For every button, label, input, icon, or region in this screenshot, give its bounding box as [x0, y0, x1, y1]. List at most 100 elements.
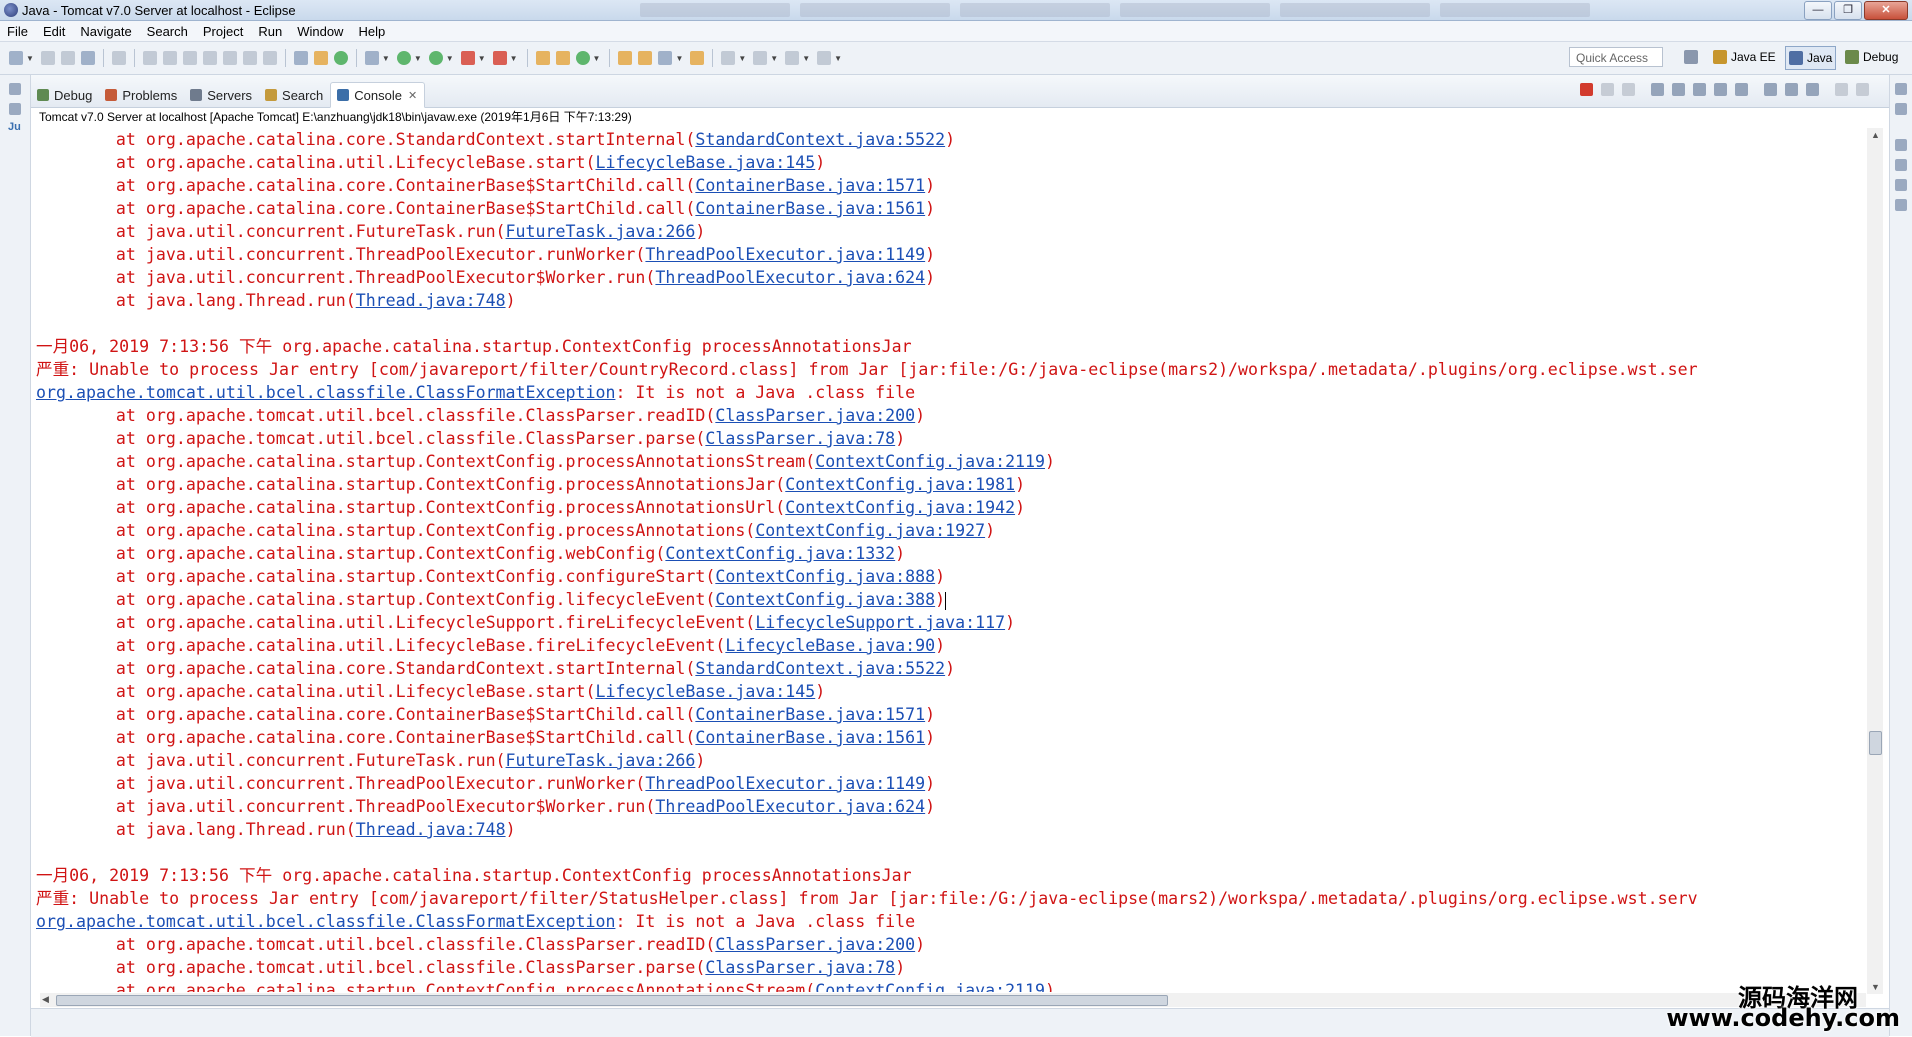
new-package-icon[interactable] — [555, 51, 570, 65]
source-link[interactable]: Thread.java:748 — [356, 820, 506, 839]
word-wrap-icon[interactable] — [1693, 83, 1706, 96]
quick-access-input[interactable]: Quick Access — [1569, 47, 1663, 67]
step-into-icon[interactable] — [222, 51, 237, 65]
source-link[interactable]: ThreadPoolExecutor.java:624 — [655, 268, 925, 287]
close-tab-icon[interactable]: ✕ — [408, 89, 417, 102]
run-icon[interactable] — [396, 51, 411, 65]
source-link[interactable]: ContextConfig.java:1332 — [665, 544, 895, 563]
scroll-down-arrow[interactable]: ▼ — [1871, 982, 1880, 992]
source-link[interactable]: ThreadPoolExecutor.java:1149 — [645, 245, 925, 264]
perspective-java-ee[interactable]: Java EE — [1713, 46, 1776, 68]
source-link[interactable]: ContainerBase.java:1571 — [695, 705, 925, 724]
source-link[interactable]: FutureTask.java:266 — [506, 222, 696, 241]
tab-debug[interactable]: Debug — [31, 83, 99, 107]
outline-restore-icon[interactable] — [1895, 83, 1907, 95]
open-task-icon[interactable] — [638, 51, 653, 65]
perspective-java[interactable]: Java — [1785, 46, 1837, 70]
source-link[interactable]: LifecycleBase.java:90 — [725, 636, 935, 655]
remove-launch-icon[interactable] — [1601, 83, 1614, 96]
show-on-stderr-icon[interactable] — [1735, 83, 1748, 96]
step-return-icon[interactable] — [262, 51, 277, 65]
hierarchy-icon[interactable] — [1895, 179, 1907, 191]
source-link[interactable]: StandardContext.java:5522 — [695, 130, 945, 149]
source-link[interactable]: ContextConfig.java:1942 — [785, 498, 1015, 517]
scroll-up-arrow[interactable]: ▲ — [1871, 130, 1880, 140]
source-link[interactable]: ClassParser.java:78 — [705, 429, 895, 448]
open-perspective-button[interactable] — [1684, 46, 1702, 68]
outline-icon[interactable] — [1895, 103, 1907, 115]
task-list-icon[interactable] — [1895, 159, 1907, 171]
source-link[interactable]: ThreadPoolExecutor.java:624 — [655, 797, 925, 816]
print-icon[interactable] — [80, 51, 95, 65]
suspend-icon[interactable] — [162, 51, 177, 65]
menu-file[interactable]: File — [7, 24, 28, 39]
annotation-prev-icon[interactable] — [753, 51, 768, 65]
source-link[interactable]: ClassParser.java:200 — [715, 406, 915, 425]
back-icon[interactable] — [785, 51, 800, 65]
source-link[interactable]: org.apache.tomcat.util.bcel.classfile.Cl… — [36, 383, 615, 402]
source-link[interactable]: ClassParser.java:200 — [715, 935, 915, 954]
minimize-view-icon[interactable] — [1835, 83, 1848, 96]
console-output[interactable]: at org.apache.catalina.core.StandardCont… — [36, 128, 1866, 992]
remove-all-launches-icon[interactable] — [1622, 83, 1635, 96]
server-start-icon[interactable] — [333, 51, 348, 65]
menu-help[interactable]: Help — [358, 24, 385, 39]
coverage-icon[interactable] — [428, 51, 443, 65]
new-java-project-icon[interactable] — [535, 51, 550, 65]
scroll-lock-icon[interactable] — [1672, 83, 1685, 96]
source-link[interactable]: ClassParser.java:78 — [705, 958, 895, 977]
stop-server-icon[interactable] — [492, 51, 507, 65]
source-link[interactable]: ContextConfig.java:1927 — [755, 521, 985, 540]
source-link[interactable]: ContextConfig.java:888 — [715, 567, 935, 586]
maximize-view-icon[interactable] — [1856, 83, 1869, 96]
source-link[interactable]: LifecycleBase.java:145 — [595, 682, 815, 701]
source-link[interactable]: FutureTask.java:266 — [506, 751, 696, 770]
external-tools-icon[interactable] — [460, 51, 475, 65]
display-console-icon[interactable] — [1785, 83, 1798, 96]
source-link[interactable]: ContextConfig.java:1981 — [785, 475, 1015, 494]
horizontal-scroll-thumb[interactable] — [56, 995, 1168, 1006]
source-link[interactable]: ContextConfig.java:388 — [715, 590, 935, 609]
tab-console[interactable]: Console ✕ — [330, 82, 426, 108]
vertical-scrollbar[interactable]: ▲ ▼ — [1867, 128, 1883, 994]
source-link[interactable]: StandardContext.java:5522 — [695, 659, 945, 678]
search-icon[interactable] — [658, 51, 673, 65]
source-link[interactable]: org.apache.tomcat.util.bcel.classfile.Cl… — [36, 912, 615, 931]
skip-breakpoints-icon[interactable] — [111, 51, 126, 65]
maximize-button[interactable]: ❐ — [1834, 1, 1862, 20]
open-console-icon[interactable] — [293, 51, 308, 65]
task-list-restore-icon[interactable] — [1895, 139, 1907, 151]
debug-icon[interactable] — [364, 51, 379, 65]
menu-project[interactable]: Project — [203, 24, 243, 39]
declaration-icon[interactable] — [1895, 199, 1907, 211]
menu-run[interactable]: Run — [258, 24, 282, 39]
new-icon[interactable] — [9, 51, 23, 65]
save-all-icon[interactable] — [60, 51, 75, 65]
resume-icon[interactable] — [142, 51, 157, 65]
pin-console-icon[interactable] — [1764, 83, 1777, 96]
clear-console-icon[interactable] — [1651, 83, 1664, 96]
minimize-button[interactable]: — — [1804, 1, 1832, 20]
step-over-icon[interactable] — [242, 51, 257, 65]
new-class-icon[interactable] — [575, 51, 590, 65]
menu-navigate[interactable]: Navigate — [80, 24, 131, 39]
show-on-stdout-icon[interactable] — [1714, 83, 1727, 96]
terminate-console-icon[interactable] — [1580, 83, 1593, 96]
source-link[interactable]: ContainerBase.java:1561 — [695, 199, 925, 218]
source-link[interactable]: LifecycleBase.java:145 — [595, 153, 815, 172]
junit-icon[interactable]: Ju — [8, 121, 30, 133]
open-type-icon[interactable] — [618, 51, 633, 65]
vertical-scroll-thumb[interactable] — [1869, 731, 1882, 755]
source-link[interactable]: ContainerBase.java:1561 — [695, 728, 925, 747]
tab-problems[interactable]: Problems — [99, 83, 184, 107]
source-link[interactable]: ContainerBase.java:1571 — [695, 176, 925, 195]
source-link[interactable]: ContextConfig.java:2119 — [815, 981, 1045, 992]
source-link[interactable]: ThreadPoolExecutor.java:1149 — [645, 774, 925, 793]
open-console-dropdown-icon[interactable] — [1806, 83, 1819, 96]
tab-servers[interactable]: Servers — [184, 83, 259, 107]
annotation-next-icon[interactable] — [721, 51, 736, 65]
forward-icon[interactable] — [817, 51, 832, 65]
perspective-debug[interactable]: Debug — [1845, 46, 1898, 68]
save-icon[interactable] — [40, 51, 55, 65]
package-explorer-icon[interactable] — [9, 103, 21, 115]
